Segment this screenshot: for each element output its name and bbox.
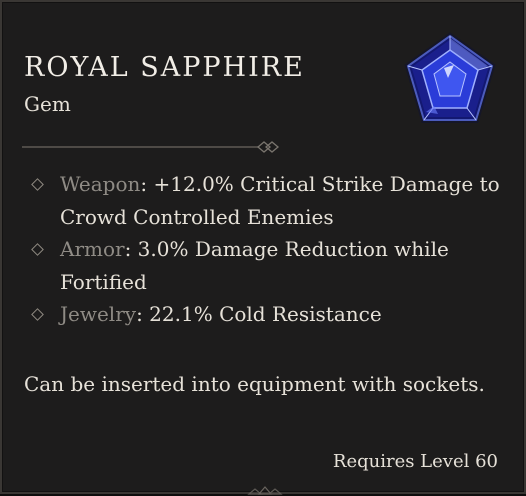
item-description: Can be inserted into equipment with sock…	[24, 372, 485, 396]
affix-jewelry: Jewelry: 22.1% Cold Resistance	[30, 298, 500, 331]
affix-list: Weapon: +12.0% Critical Strike Damage to…	[30, 168, 500, 331]
bottom-ornament-icon	[247, 486, 283, 495]
level-requirement: Requires Level 60	[332, 451, 498, 472]
affix-armor: Armor: 3.0% Damage Reduction while Forti…	[30, 233, 500, 298]
affix-slot-label: Weapon	[60, 172, 141, 196]
item-type: Gem	[24, 92, 71, 116]
item-name: ROYAL SAPPHIRE	[24, 52, 305, 83]
affix-weapon: Weapon: +12.0% Critical Strike Damage to…	[30, 168, 500, 233]
affix-slot-label: Jewelry	[60, 302, 137, 326]
sapphire-gem-icon	[404, 32, 496, 123]
diamond-bullet-icon	[31, 308, 44, 321]
diamond-bullet-icon	[31, 243, 44, 256]
section-divider	[22, 141, 280, 153]
affix-slot-label: Armor	[60, 237, 125, 261]
affix-effect: : 22.1% Cold Resistance	[136, 302, 382, 326]
diamond-bullet-icon	[31, 178, 44, 191]
item-tooltip: ROYAL SAPPHIRE Gem Weapon: +12.0% Critic…	[0, 0, 526, 495]
